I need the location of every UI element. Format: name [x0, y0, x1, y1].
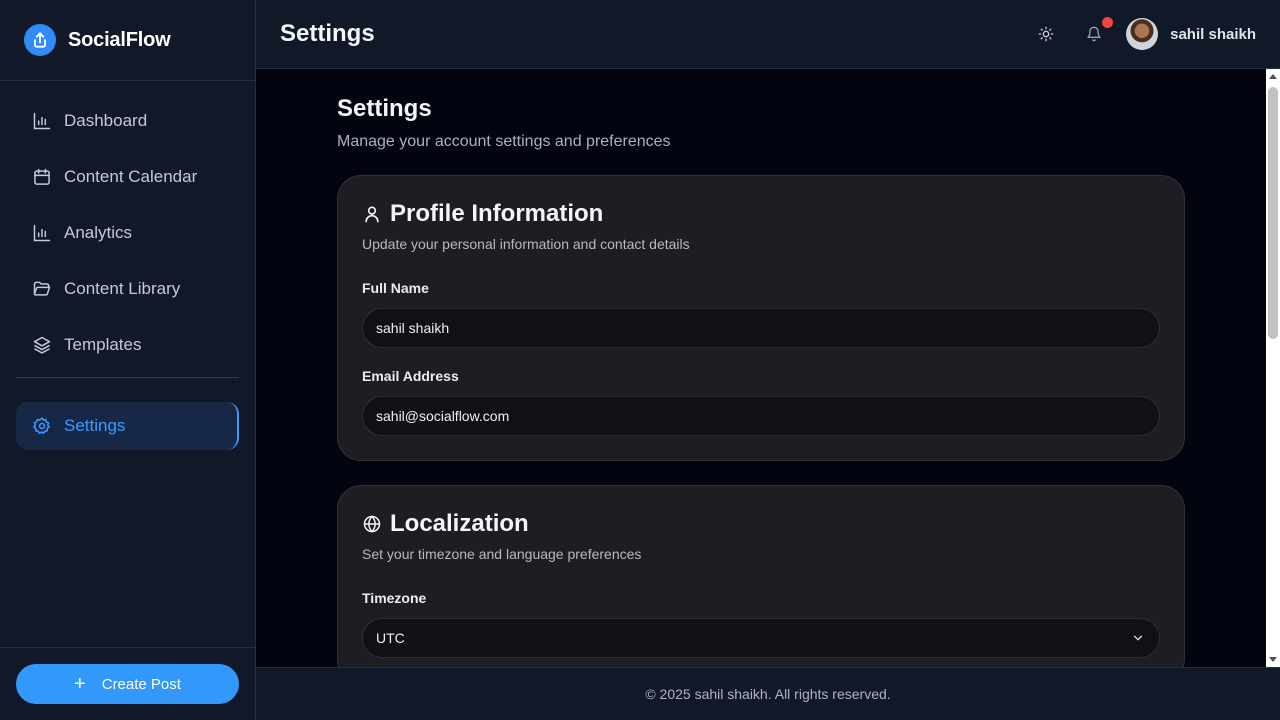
footer-text: © 2025 sahil shaikh. All rights reserved… — [645, 686, 891, 702]
email-label: Email Address — [362, 368, 459, 384]
localization-subtitle: Set your timezone and language preferenc… — [362, 546, 642, 562]
bar-chart-icon — [33, 224, 51, 242]
scroll-thumb[interactable] — [1268, 87, 1278, 339]
timezone-label: Timezone — [362, 590, 427, 606]
sidebar-item-content-calendar[interactable]: Content Calendar — [16, 153, 239, 201]
folder-open-icon — [33, 281, 51, 296]
sun-icon — [1038, 26, 1054, 42]
sidebar-item-settings[interactable]: Settings — [16, 402, 239, 450]
sidebar-item-dashboard[interactable]: Dashboard — [16, 97, 239, 145]
brand[interactable]: SocialFlow — [0, 0, 255, 81]
profile-card: Profile Information Update your personal… — [337, 175, 1185, 461]
sidebar-item-content-library[interactable]: Content Library — [16, 265, 239, 313]
bell-icon — [1087, 26, 1101, 42]
scroll-up-icon[interactable] — [1269, 74, 1277, 79]
timezone-select[interactable]: UTC — [362, 618, 1160, 658]
header-actions: sahil shaikh — [1018, 0, 1256, 68]
page-title: Settings — [337, 95, 432, 122]
header-title: Settings — [280, 20, 375, 47]
calendar-icon — [34, 168, 50, 185]
sidebar-item-label: Templates — [64, 335, 142, 354]
scrollbar[interactable] — [1266, 69, 1280, 667]
localization-card: Localization Set your timezone and langu… — [337, 485, 1185, 667]
avatar[interactable] — [1126, 18, 1159, 50]
notifications-button[interactable] — [1074, 14, 1114, 54]
plus-icon: + — [74, 673, 86, 695]
globe-icon — [363, 515, 381, 533]
nav-divider — [16, 377, 239, 378]
sidebar-item-label: Settings — [64, 416, 126, 435]
gear-icon — [33, 417, 50, 434]
email-value: sahil@socialflow.com — [376, 408, 510, 424]
user-icon — [365, 206, 379, 223]
create-post-label: Create Post — [101, 675, 181, 693]
timezone-value: UTC — [376, 630, 405, 646]
sidebar-footer: + Create Post — [0, 647, 255, 720]
sidebar-nav: Dashboard Content Calendar Analytics Con… — [0, 81, 255, 450]
brand-name: SocialFlow — [68, 28, 171, 51]
user-name[interactable]: sahil shaikh — [1170, 26, 1256, 43]
sidebar-item-label: Analytics — [64, 223, 133, 242]
sidebar-item-analytics[interactable]: Analytics — [16, 209, 239, 257]
theme-toggle-button[interactable] — [1026, 14, 1066, 54]
sidebar-item-templates[interactable]: Templates — [16, 321, 239, 369]
create-post-button[interactable]: + Create Post — [16, 664, 239, 704]
settings-content: Settings Manage your account settings an… — [337, 69, 1185, 667]
sidebar: SocialFlow Dashboard Content Calendar An… — [0, 0, 256, 720]
main-content: Settings Manage your account settings an… — [256, 69, 1266, 667]
email-field[interactable]: sahil@socialflow.com — [362, 396, 1160, 436]
localization-title: Localization — [390, 510, 529, 537]
bar-chart-icon — [33, 112, 51, 130]
page-subtitle: Manage your account settings and prefere… — [337, 133, 671, 150]
sidebar-item-label: Content Library — [64, 279, 181, 298]
full-name-value: sahil shaikh — [376, 320, 450, 336]
layers-icon — [33, 336, 51, 354]
profile-title: Profile Information — [390, 200, 604, 227]
full-name-label: Full Name — [362, 280, 429, 296]
sidebar-item-label: Content Calendar — [64, 167, 198, 186]
profile-subtitle: Update your personal information and con… — [362, 236, 690, 252]
card-header: Localization — [362, 510, 1160, 538]
chevron-down-icon — [1133, 635, 1143, 641]
upload-share-icon — [24, 24, 56, 56]
scroll-down-icon[interactable] — [1269, 657, 1277, 662]
card-header: Profile Information — [362, 200, 1160, 228]
notification-badge — [1102, 17, 1114, 28]
top-header: Settings sahil shaikh — [256, 0, 1280, 69]
footer: © 2025 sahil shaikh. All rights reserved… — [256, 667, 1280, 720]
sidebar-item-label: Dashboard — [64, 111, 148, 130]
full-name-field[interactable]: sahil shaikh — [362, 308, 1160, 348]
